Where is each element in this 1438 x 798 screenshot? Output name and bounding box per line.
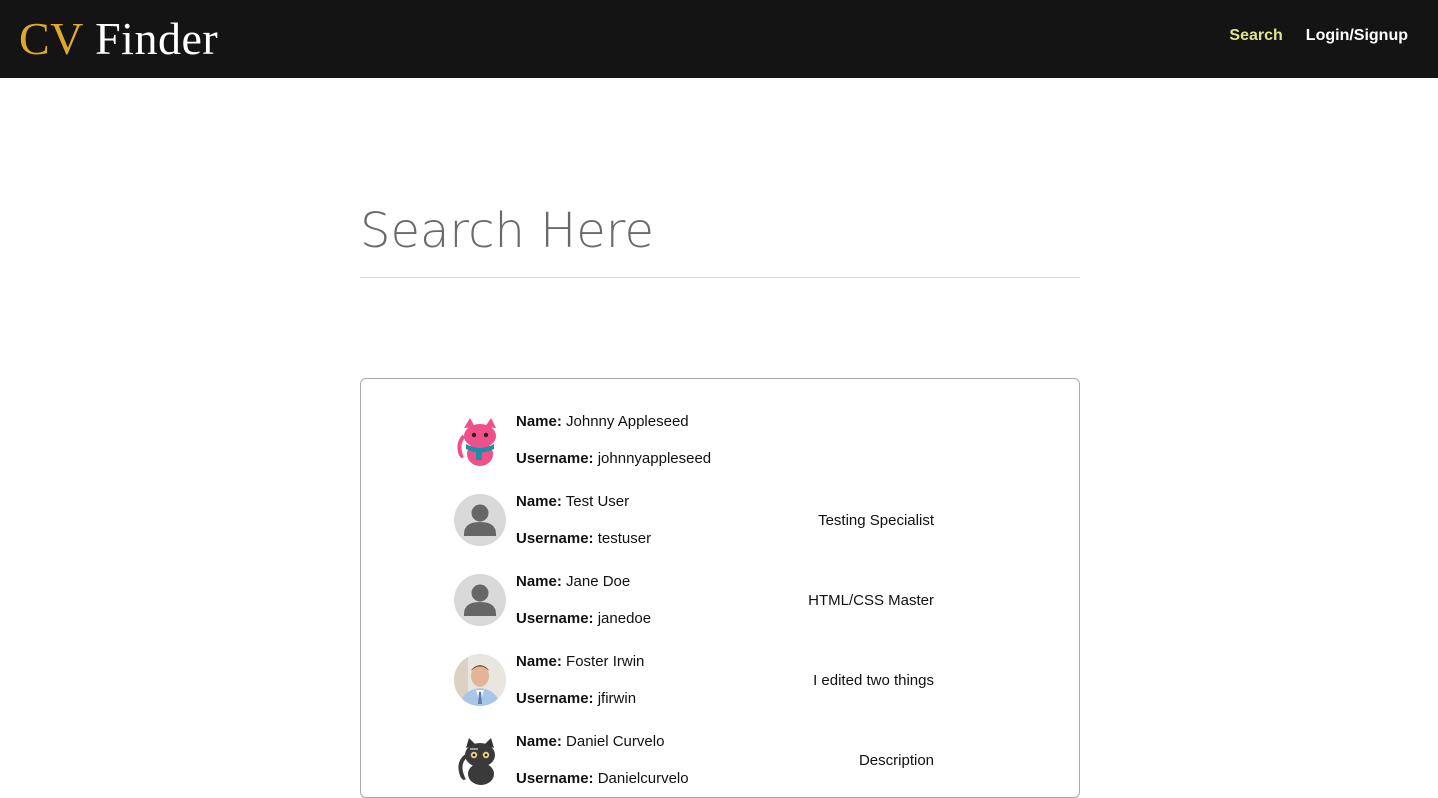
- user-photo: [454, 654, 506, 706]
- search-input[interactable]: [360, 196, 1080, 266]
- result-username: Username: Danielcurvelo: [516, 770, 689, 787]
- result-row[interactable]: Name: Jane Doe Username: janedoe HTML/CS…: [454, 565, 934, 635]
- nav-links: Search Login/Signup: [1229, 27, 1408, 45]
- result-row[interactable]: Name: Test User Username: testuser Testi…: [454, 485, 934, 555]
- result-name: Name: Foster Irwin: [516, 653, 645, 670]
- result-name: Name: Test User: [516, 493, 630, 510]
- nav-login-signup-link[interactable]: Login/Signup: [1306, 27, 1408, 45]
- brand-cv: CV: [19, 13, 84, 64]
- result-description: Testing Specialist: [818, 512, 934, 529]
- result-username: Username: testuser: [516, 530, 652, 547]
- result-username: Username: janedoe: [516, 610, 652, 627]
- result-row[interactable]: Name: Foster Irwin Username: jfirwin I e…: [454, 645, 934, 715]
- result-name: Name: Johnny Appleseed: [516, 413, 689, 430]
- result-row[interactable]: Name: Daniel Curvelo Username: Danielcur…: [454, 725, 934, 795]
- default-user-icon: [454, 574, 506, 626]
- navbar: CV Finder Search Login/Signup: [0, 0, 1438, 78]
- result-description: HTML/CSS Master: [808, 592, 934, 609]
- black-cat-icon: [454, 734, 506, 786]
- result-name: Name: Jane Doe: [516, 573, 631, 590]
- result-row[interactable]: Name: Johnny Appleseed Username: johnnya…: [454, 405, 934, 475]
- result-name: Name: Daniel Curvelo: [516, 733, 665, 750]
- result-username: Username: johnnyappleseed: [516, 450, 712, 467]
- default-user-icon: [454, 494, 506, 546]
- result-username: Username: jfirwin: [516, 690, 637, 707]
- pink-cat-icon: [454, 414, 506, 466]
- result-description: Description: [858, 752, 934, 769]
- search-field-wrapper: [360, 196, 1080, 278]
- results-panel: Name: Johnny Appleseed Username: johnnya…: [360, 378, 1080, 798]
- brand-logo[interactable]: CV Finder: [19, 12, 218, 66]
- brand-finder: Finder: [95, 13, 219, 64]
- result-description: I edited two things: [813, 672, 934, 689]
- nav-search-link[interactable]: Search: [1229, 27, 1282, 45]
